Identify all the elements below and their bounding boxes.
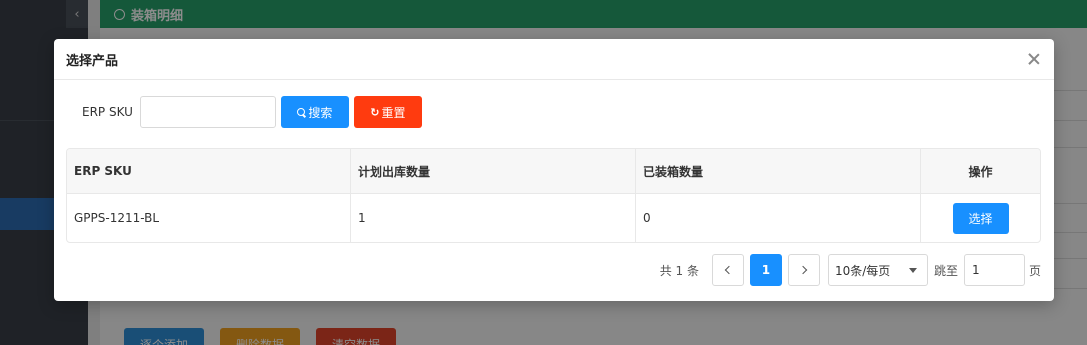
prev-page-button[interactable]: [711, 254, 744, 286]
page-button-1[interactable]: 1: [749, 254, 782, 286]
select-button[interactable]: 选择: [952, 202, 1009, 234]
search-button-label: 搜索: [308, 105, 333, 120]
select-product-modal: 选择产品 ERP SKU 搜索 ↻ 重置 ERP SKU 计划出库数量 已装箱数…: [54, 39, 1054, 301]
chevron-right-icon: [798, 265, 808, 275]
sku-search-input[interactable]: [139, 96, 276, 128]
total-count: 共 1 条: [659, 263, 699, 278]
search-icon: [297, 107, 306, 117]
cell-packed-qty: 0: [636, 194, 921, 242]
pagination: 共 1 条 1 10条/每页 跳至 1 页: [660, 254, 1041, 286]
close-icon[interactable]: [1027, 52, 1041, 66]
cell-sku: GPPS-1211-BL: [67, 194, 351, 242]
sku-label: ERP SKU: [82, 105, 133, 119]
reset-button-label: 重置: [381, 105, 406, 120]
page-unit-label: 页: [1028, 263, 1041, 278]
column-header-sku: ERP SKU: [67, 149, 351, 193]
cell-planned-qty: 1: [351, 194, 636, 242]
refresh-icon: ↻: [370, 105, 380, 119]
cell-action: 选择: [921, 194, 1040, 242]
reset-button[interactable]: ↻ 重置: [353, 96, 422, 128]
search-bar: ERP SKU 搜索 ↻ 重置: [82, 96, 422, 128]
table-row: GPPS-1211-BL 1 0 选择: [67, 194, 1040, 242]
modal-header: 选择产品: [54, 39, 1054, 80]
modal-title: 选择产品: [66, 53, 119, 69]
column-header-planned-qty: 计划出库数量: [351, 149, 636, 193]
page-size-select[interactable]: 10条/每页: [827, 254, 928, 286]
page-size-value: 10条/每页: [834, 263, 891, 278]
jump-label: 跳至: [933, 263, 958, 278]
chevron-left-icon: [724, 265, 734, 275]
caret-down-icon: [908, 267, 917, 273]
product-table: ERP SKU 计划出库数量 已装箱数量 操作 GPPS-1211-BL 1 0…: [66, 148, 1041, 243]
search-button[interactable]: 搜索: [280, 96, 349, 128]
next-page-button[interactable]: [787, 254, 820, 286]
table-header: ERP SKU 计划出库数量 已装箱数量 操作: [67, 149, 1040, 194]
column-header-packed-qty: 已装箱数量: [636, 149, 921, 193]
jump-page-input[interactable]: 1: [963, 254, 1025, 286]
column-header-action: 操作: [968, 164, 993, 179]
